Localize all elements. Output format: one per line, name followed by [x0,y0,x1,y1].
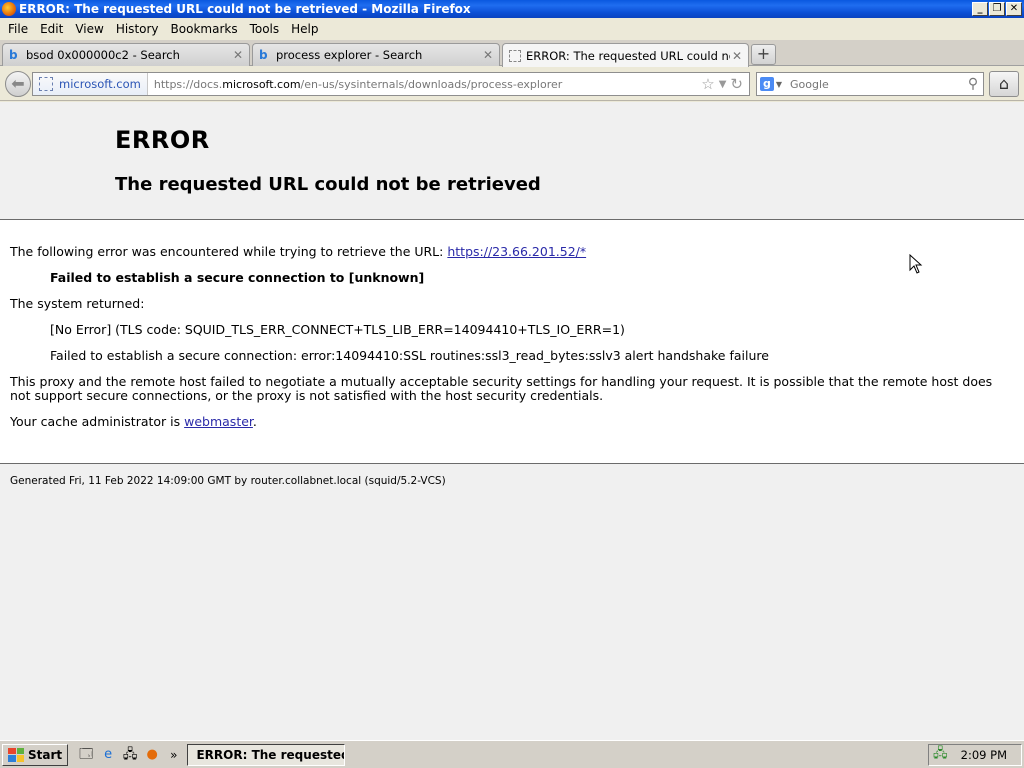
system-returned-label: The system returned: [10,296,145,311]
home-button[interactable]: ⌂ [989,71,1019,97]
admin-suffix: . [252,414,257,429]
menu-tools[interactable]: Tools [244,22,286,36]
page-footer: Generated Fri, 11 Feb 2022 14:09:00 GMT … [0,463,1024,740]
back-button[interactable]: ⬅ [5,71,31,97]
explanation-text: This proxy and the remote host failed to… [10,374,993,403]
window-controls: _ ❐ ✕ [972,2,1022,16]
home-icon: ⌂ [998,74,1010,93]
show-desktop-icon[interactable]: 🗔 [78,747,94,763]
back-arrow-icon: ⬅ [11,74,25,93]
close-button[interactable]: ✕ [1006,2,1022,16]
intro-label: The following error was encountered whil… [10,244,448,259]
bing-icon: b [259,48,268,62]
menu-edit[interactable]: Edit [34,22,69,36]
url-prefix: https://docs. [153,77,223,91]
restore-button[interactable]: ❐ [989,2,1005,16]
chevron-right-icon[interactable]: » [170,748,177,762]
start-button[interactable]: Start [2,743,69,766]
admin-label: Your cache administrator is [10,414,185,429]
tab-error-page[interactable]: ERROR: The requested URL could not be...… [502,43,749,67]
firefox-logo-icon [2,2,16,16]
history-dropdown-icon[interactable]: ▼ [719,79,727,90]
bookmark-star-icon[interactable]: ☆ [701,75,714,93]
page-subtitle: The requested URL could not be retrieved [115,174,541,195]
site-favicon-icon [39,77,53,91]
google-icon: g [760,77,774,91]
new-tab-button[interactable]: + [751,44,776,65]
webmaster-link[interactable]: webmaster [184,414,253,429]
windows-explorer-icon[interactable]: 🖧 [122,747,138,763]
url-domain: microsoft.com [222,77,301,91]
tab-process-explorer-search[interactable]: b process explorer - Search ✕ [252,43,500,66]
page-content: ERROR The requested URL could not be ret… [0,102,1024,740]
url-bar-icons: ☆ ▼ ↻ [701,75,749,93]
taskbar-firefox-window[interactable]: ERROR: The requested... [187,743,346,766]
site-identity-label: microsoft.com [59,77,141,91]
window-title: ERROR: The requested URL could not be re… [19,2,471,16]
system-tray: 🖧 2:09 PM [928,744,1022,766]
start-label: Start [28,747,63,762]
navigation-bar: ⬅ microsoft.com https://docs.microsoft.c… [0,67,1024,101]
minimize-button[interactable]: _ [972,2,988,16]
menu-bar: File Edit View History Bookmarks Tools H… [0,18,1024,40]
search-input[interactable] [782,77,963,91]
mouse-cursor-icon [909,254,923,274]
network-icon[interactable]: 🖧 [933,744,949,766]
taskbar-item-label: ERROR: The requested... [196,747,344,762]
menu-file[interactable]: File [2,22,34,36]
site-identity-button[interactable]: microsoft.com [33,73,148,95]
blank-page-icon [509,49,521,62]
url-bar[interactable]: microsoft.com https://docs.microsoft.com… [32,72,750,96]
error-url-link[interactable]: https://23.66.201.52/* [447,244,586,259]
failure-message: Failed to establish a secure connection … [50,270,425,285]
tls-error-code: [No Error] (TLS code: SQUID_TLS_ERR_CONN… [50,322,625,337]
reload-icon[interactable]: ↻ [730,75,743,93]
menu-view[interactable]: View [69,22,109,36]
search-icon[interactable]: ⚲ [963,76,983,92]
admin-text: Your cache administrator is webmaster. [10,415,257,429]
tab-label: bsod 0x000000c2 - Search [26,48,180,62]
page-title: ERROR [115,126,210,154]
tab-strip: b bsod 0x000000c2 - Search ✕ b process e… [0,40,1024,67]
error-header: ERROR The requested URL could not be ret… [0,102,1024,220]
menu-help[interactable]: Help [285,22,324,36]
url-input[interactable]: https://docs.microsoft.com/en-us/sysinte… [148,78,701,91]
tab-label: process explorer - Search [276,48,423,62]
generated-info: Generated Fri, 11 Feb 2022 14:09:00 GMT … [10,475,446,487]
tab-close-icon[interactable]: ✕ [231,48,245,62]
windows-logo-icon [8,747,24,762]
bing-icon: b [9,48,18,62]
menu-bookmarks[interactable]: Bookmarks [165,22,244,36]
ssl-error-message: Failed to establish a secure connection:… [50,348,769,363]
taskbar: Start 🗔 e 🖧 ● » ERROR: The requested... … [0,740,1024,768]
search-engine-selector[interactable]: g ▼ [760,76,782,92]
tab-bsod-search[interactable]: b bsod 0x000000c2 - Search ✕ [2,43,250,66]
search-bar: g ▼ ⚲ [756,72,984,96]
quick-launch: 🗔 e 🖧 ● » [78,747,177,763]
tab-label: ERROR: The requested URL could not be... [526,48,730,63]
menu-history[interactable]: History [110,22,165,36]
tab-close-icon[interactable]: ✕ [730,49,744,63]
tab-close-icon[interactable]: ✕ [481,48,495,62]
title-bar: ERROR: The requested URL could not be re… [0,0,1024,18]
url-path: /en-us/sysinternals/downloads/process-ex… [300,77,563,91]
firefox-quicklaunch-icon[interactable]: ● [144,747,160,763]
clock[interactable]: 2:09 PM [949,748,1021,762]
intro-text: The following error was encountered whil… [10,245,586,259]
internet-explorer-icon[interactable]: e [100,747,116,763]
